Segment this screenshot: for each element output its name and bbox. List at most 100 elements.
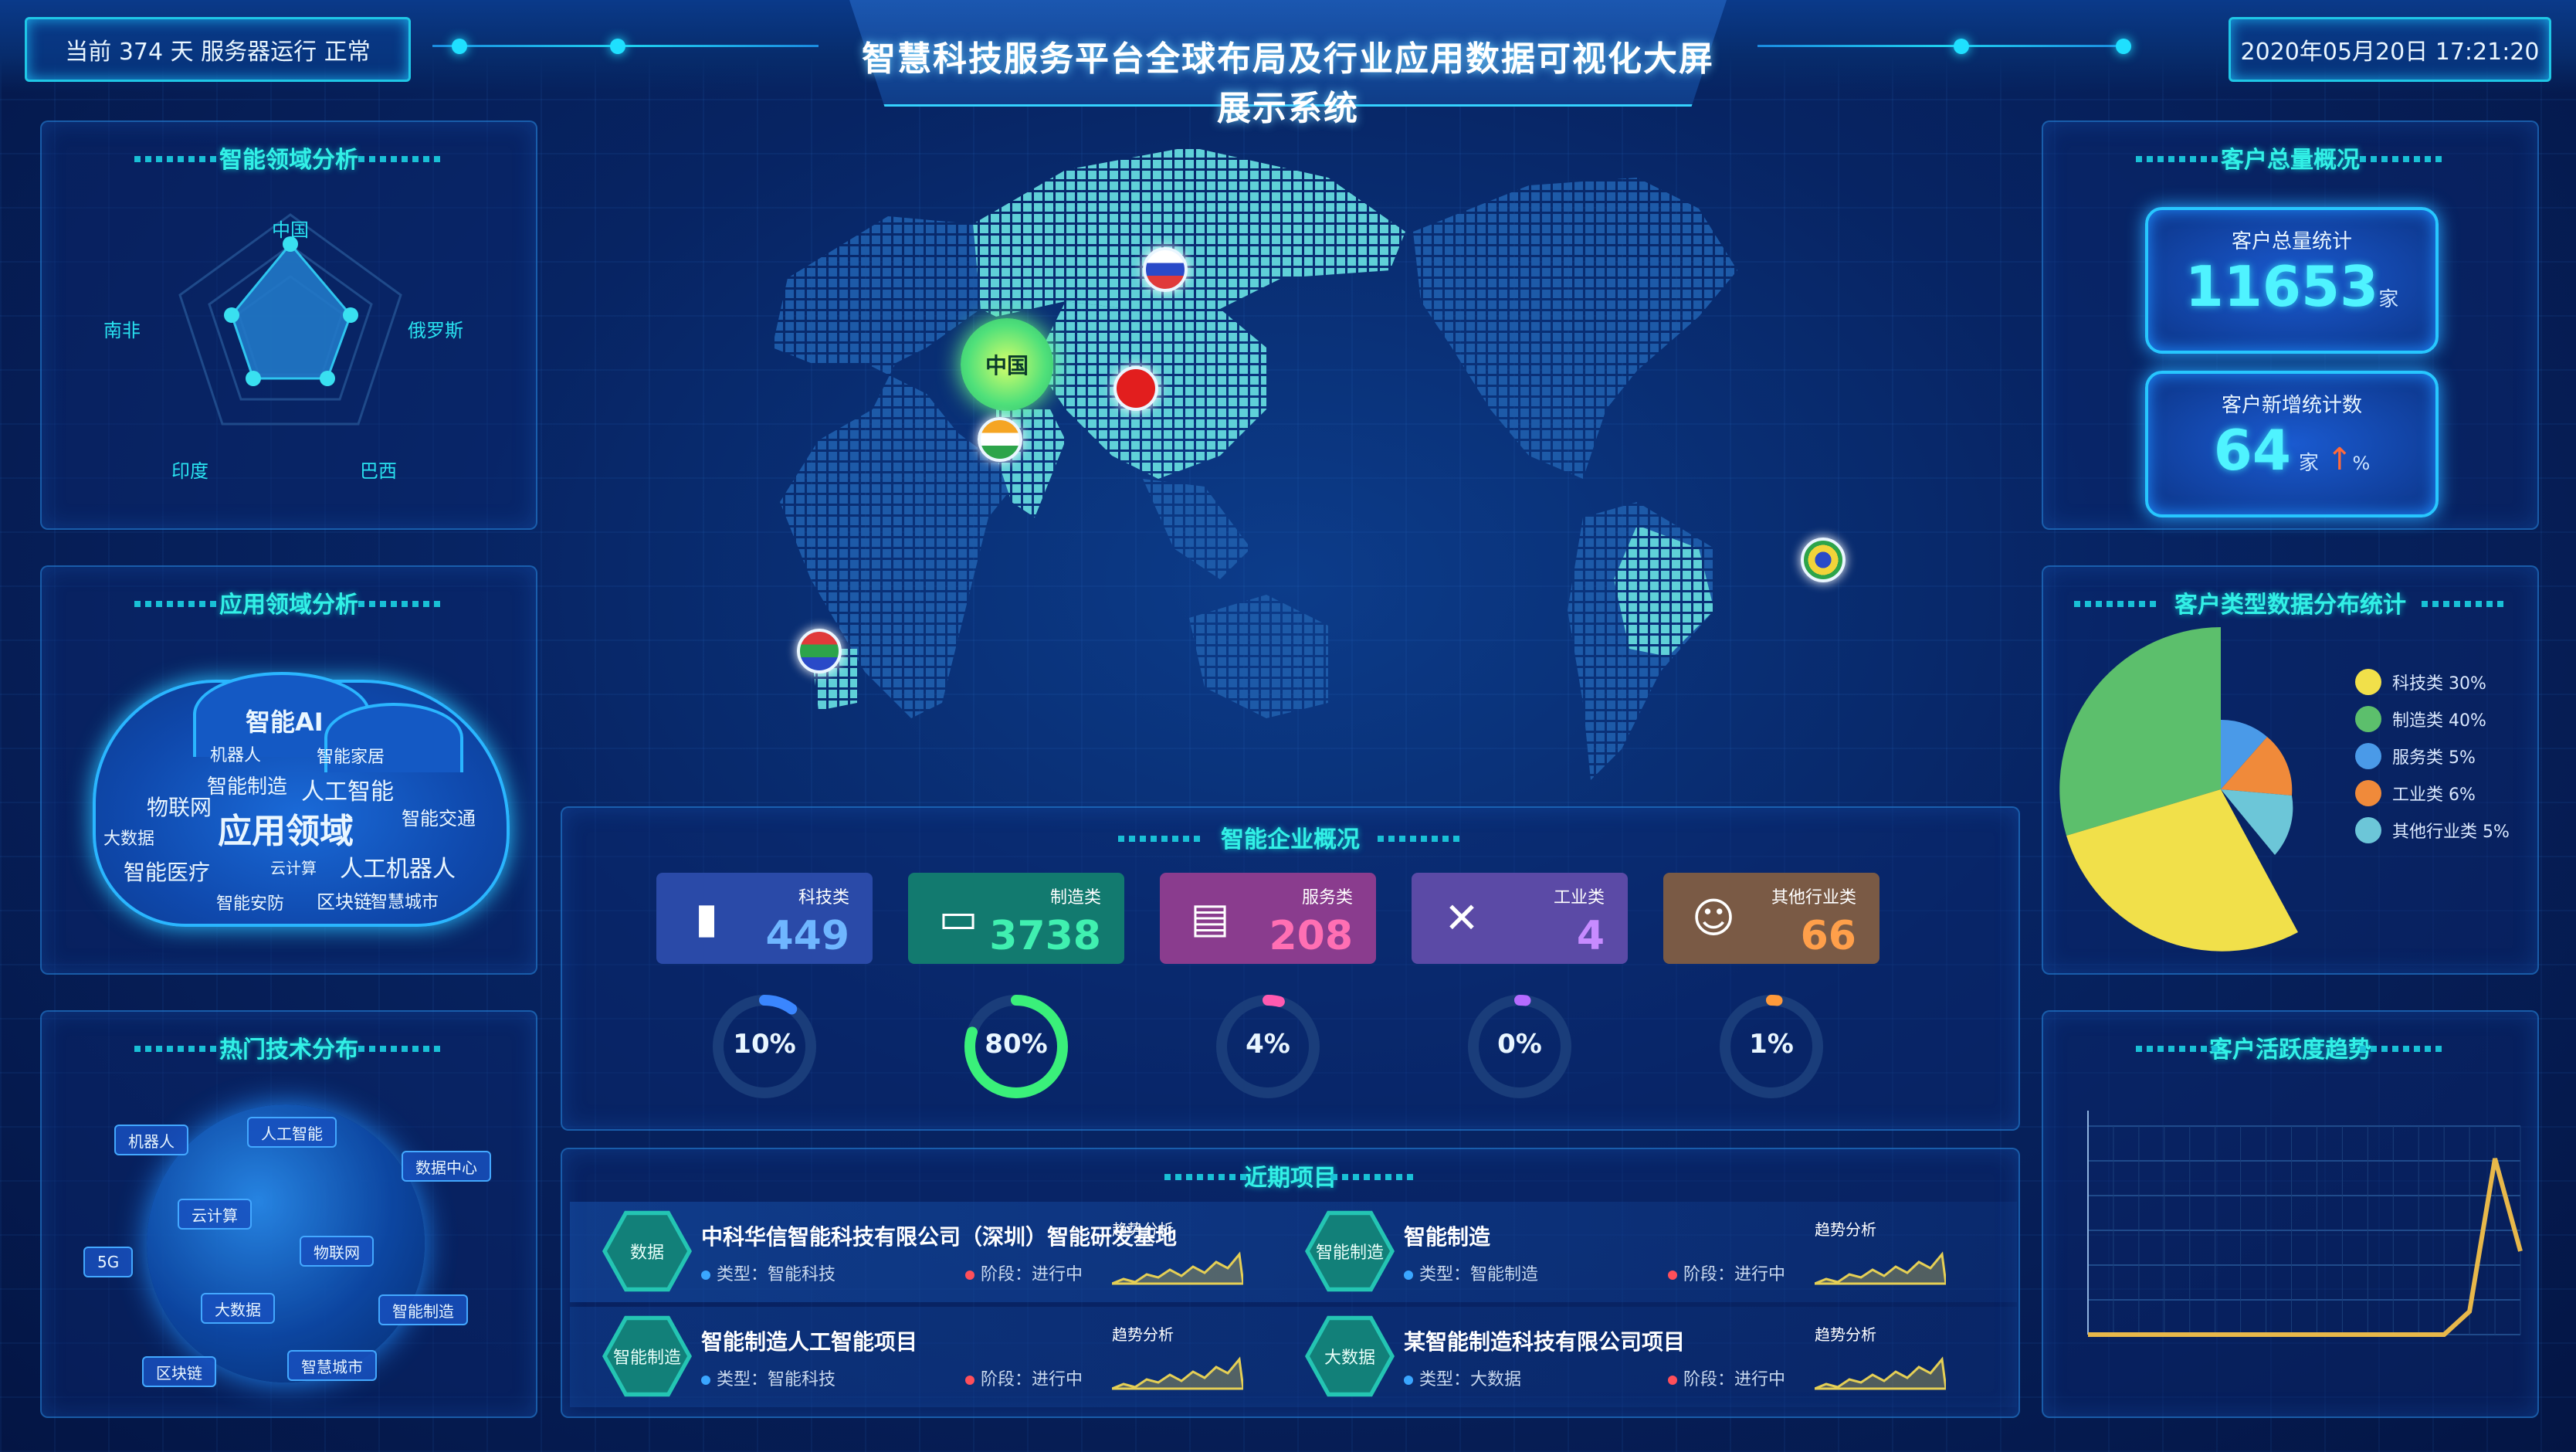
datetime-text: 2020年05月20日 17:21:20: [2240, 39, 2540, 66]
stat-value: 208: [1269, 913, 1353, 959]
trend-label: 趋势分析: [1112, 1220, 1174, 1239]
legend-item[interactable]: 科技类 30%: [2355, 669, 2486, 695]
cloud-word: 智能家居: [317, 748, 385, 767]
factory-icon: ▭: [938, 894, 978, 942]
tools-icon: ✕: [1444, 894, 1480, 942]
trend-sparkline: [1815, 1356, 1946, 1390]
stat-card[interactable]: ▤ 服务类 208: [1160, 873, 1376, 964]
brazil-flag-marker[interactable]: [1801, 538, 1846, 582]
project-title[interactable]: 智能制造: [1404, 1220, 1490, 1251]
server-status-text: 当前 374 天 服务器运行 正常: [65, 39, 371, 66]
globe-tag[interactable]: 数据中心: [402, 1151, 491, 1182]
legend-dot: [2355, 817, 2381, 843]
globe-tag[interactable]: 机器人: [114, 1125, 188, 1155]
radar-point: [224, 307, 239, 323]
customer-new-box: 客户新增统计数 64 家 ↑%: [2145, 371, 2439, 517]
progress-ring-label: 4%: [1246, 1029, 1290, 1060]
india-flag-marker[interactable]: [978, 417, 1022, 462]
cloud-word: 人工机器人: [340, 856, 456, 883]
globe-tag[interactable]: 云计算: [178, 1199, 252, 1230]
legend-dot: [2355, 780, 2381, 806]
page-title: 智慧科技服务平台全球布局及行业应用数据可视化大屏展示系统: [862, 39, 1714, 128]
globe-tag[interactable]: 大数据: [201, 1293, 275, 1324]
project-title[interactable]: 中科华信智能科技有限公司（深圳）智能研发基地: [701, 1220, 1177, 1251]
trend-up-icon: ↑: [2326, 442, 2353, 477]
legend-item[interactable]: 其他行业类 5%: [2355, 817, 2510, 843]
trend-label: 趋势分析: [1112, 1325, 1174, 1344]
project-title[interactable]: 某智能制造科技有限公司项目: [1404, 1325, 1685, 1356]
china-highlight-bubble[interactable]: 中国: [961, 318, 1053, 411]
globe-tag[interactable]: 区块链: [142, 1356, 216, 1387]
customer-type-pie: [2059, 627, 2298, 952]
customer-total-title: 客户总量概况: [2043, 141, 2537, 175]
progress-ring-label: 10%: [733, 1029, 796, 1060]
progress-ring: 10%: [707, 989, 822, 1104]
cloud-word: 人工智能: [301, 779, 394, 806]
customer-total-value: 11653: [2185, 254, 2379, 319]
cloud-word: 智能制造: [207, 775, 288, 799]
russia-flag-marker[interactable]: [1143, 247, 1188, 292]
project-title[interactable]: 智能制造人工智能项目: [701, 1325, 917, 1356]
customer-new-unit: 家: [2298, 452, 2319, 475]
region-se-asia: [1143, 479, 1251, 579]
stat-label: 制造类: [1049, 888, 1101, 907]
datetime-box: 2020年05月20日 17:21:20: [2229, 17, 2551, 82]
stat-card[interactable]: ☺ 其他行业类 66: [1663, 873, 1879, 964]
cloud-word: 物联网: [147, 795, 212, 820]
stat-label: 工业类: [1553, 888, 1605, 907]
progress-ring: 0%: [1462, 989, 1578, 1104]
trend-label: 趋势分析: [1815, 1325, 1876, 1344]
project-row: [570, 1202, 2017, 1302]
cloud-word: 区块链: [317, 891, 372, 913]
customer-total-unit: 家: [2378, 288, 2399, 311]
legend-label: 制造类 40%: [2392, 711, 2486, 731]
trend-sparkline: [1815, 1251, 1946, 1285]
project-stage: 阶段：进行中: [1668, 1365, 1785, 1390]
stat-card[interactable]: ✕ 工业类 4: [1412, 873, 1628, 964]
globe-tag[interactable]: 5G: [83, 1247, 134, 1277]
south-africa-flag-marker[interactable]: [797, 629, 842, 673]
globe-tag[interactable]: 智能制造: [378, 1294, 468, 1325]
stat-value: 66: [1800, 913, 1856, 959]
stat-value: 3738: [989, 913, 1101, 959]
progress-ring: 80%: [958, 989, 1074, 1104]
legend-item[interactable]: 制造类 40%: [2355, 706, 2486, 732]
world-map-svg: [772, 147, 1737, 780]
project-type: 类型：大数据: [1404, 1365, 1521, 1390]
project-stage: 阶段：进行中: [1668, 1260, 1785, 1285]
radar-label-left: 南非: [103, 320, 141, 341]
customer-total-box: 客户总量统计 11653家: [2145, 207, 2439, 354]
cloud-word: 智能AI: [246, 707, 324, 737]
globe-tag[interactable]: 人工智能: [247, 1117, 337, 1148]
progress-ring: 4%: [1210, 989, 1326, 1104]
stat-label: 其他行业类: [1771, 888, 1856, 907]
service-icon: ▤: [1190, 894, 1230, 942]
radar-panel: 智能领域分析 中国 俄罗斯 巴西 印度 南非: [40, 120, 537, 530]
radar-label-top: 中国: [272, 219, 309, 241]
cloud-word: 智能交通: [402, 808, 476, 829]
trend-sparkline: [1112, 1356, 1243, 1390]
trend-sparkline: [1112, 1251, 1243, 1285]
globe-tag[interactable]: 物联网: [300, 1236, 374, 1267]
server-status-box: 当前 374 天 服务器运行 正常: [25, 17, 411, 82]
customer-activity-line-chart: [2087, 1111, 2523, 1337]
world-map: 中国: [633, 116, 1946, 796]
globe-tag[interactable]: 智慧城市: [287, 1350, 377, 1381]
stat-label: 服务类: [1301, 888, 1353, 907]
globe-panel-title: 热门技术分布: [42, 1030, 536, 1064]
customer-new-value: 64: [2213, 418, 2291, 483]
project-stage: 阶段：进行中: [965, 1365, 1083, 1390]
stat-card[interactable]: ▭ 制造类 3738: [908, 873, 1124, 964]
progress-ring-label: 0%: [1497, 1029, 1542, 1060]
radar-point: [343, 307, 358, 323]
cloud-word: 智能安防: [216, 894, 285, 914]
legend-dot: [2355, 743, 2381, 769]
legend-label: 服务类 5%: [2392, 748, 2476, 768]
legend-item[interactable]: 服务类 5%: [2355, 743, 2476, 769]
stat-card[interactable]: ▮ 科技类 449: [656, 873, 873, 964]
building-icon: ▮: [695, 894, 718, 942]
legend-label: 科技类 30%: [2392, 674, 2486, 694]
china-flag-marker[interactable]: [1113, 366, 1158, 411]
legend-item[interactable]: 工业类 6%: [2355, 780, 2476, 806]
region-russia: [973, 147, 1405, 317]
